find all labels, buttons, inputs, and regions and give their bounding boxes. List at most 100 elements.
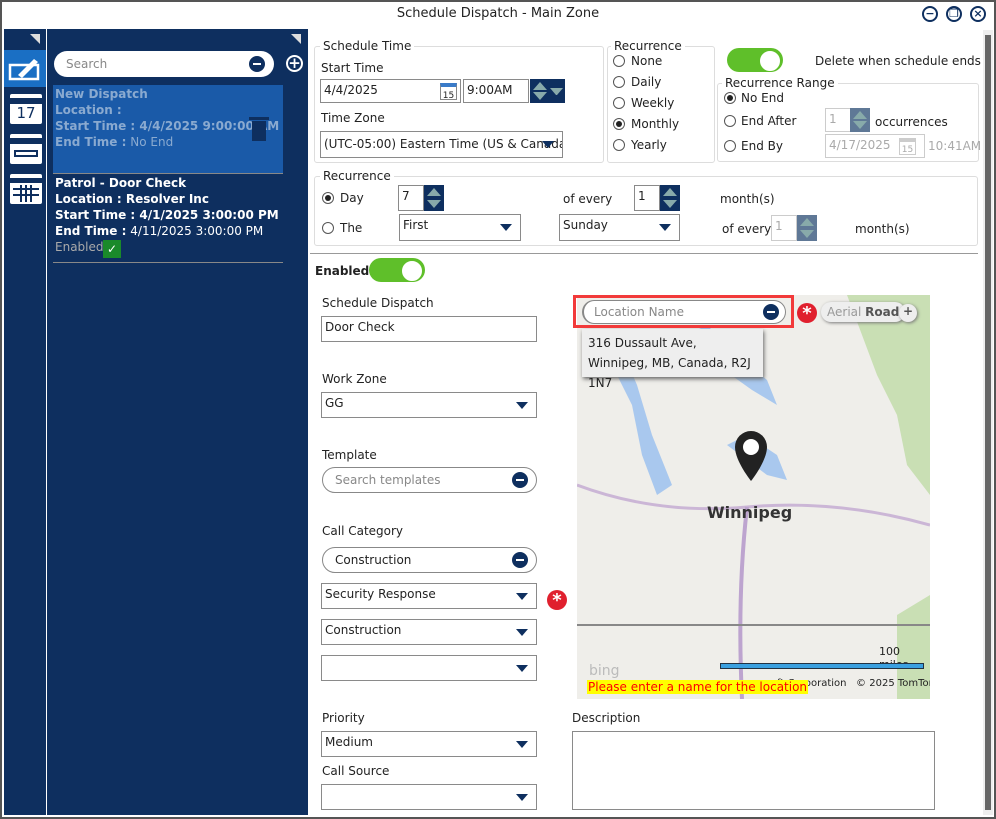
the-label: The [340, 221, 363, 235]
map-type-toggle[interactable]: Aerial Road [821, 302, 906, 322]
time-zone-label: Time Zone [321, 111, 385, 125]
icon-rail: 17 [4, 29, 46, 815]
dispatch-name-input[interactable]: Door Check [321, 316, 537, 342]
call-source-label: Call Source [322, 764, 390, 778]
every-input[interactable]: 1 [634, 185, 660, 211]
calendar-week-icon[interactable] [10, 134, 42, 164]
enabled-toggle[interactable] [369, 258, 425, 282]
required-icon: * [547, 590, 567, 611]
list-item[interactable]: New Dispatch Location : Start Time : 4/4… [53, 85, 283, 174]
time-spinner[interactable] [530, 79, 550, 103]
call-source-select[interactable] [321, 784, 537, 810]
every-input-2[interactable]: 1 [771, 215, 797, 241]
item-start: Start Time : 4/1/2025 3:00:00 PM [55, 208, 279, 222]
start-time-input[interactable]: 9:00AM [463, 79, 529, 103]
priority-label: Priority [322, 711, 365, 725]
item-title: Patrol - Door Check [55, 176, 187, 190]
template-search-input[interactable]: Search templates [322, 467, 537, 493]
aerial-option[interactable]: Aerial [827, 305, 861, 319]
calendar-icon[interactable]: 15 [440, 83, 457, 101]
recurrence-none-label: None [631, 54, 663, 68]
priority-select[interactable]: Medium [321, 731, 537, 757]
end-by-radio[interactable] [724, 140, 736, 152]
edit-tab[interactable] [4, 50, 46, 87]
collapse-icon[interactable] [30, 34, 40, 44]
recurrence-type-title: Recurrence [611, 39, 685, 53]
the-radio[interactable] [322, 222, 334, 234]
location-name-input[interactable]: Location Name [582, 300, 786, 324]
map-scale-bar [720, 663, 924, 669]
enabled-check-icon: ✓ [103, 240, 121, 258]
clear-category-icon[interactable] [512, 552, 528, 568]
call-category-label: Call Category [322, 524, 404, 538]
close-button[interactable]: × [970, 6, 986, 22]
every-spinner-2[interactable] [797, 215, 817, 241]
occurrences-spinner[interactable] [850, 108, 870, 132]
list-item[interactable]: Patrol - Door Check Location : Resolver … [53, 175, 283, 263]
occurrences-input[interactable]: 1 [825, 108, 852, 132]
clear-search-icon[interactable] [249, 56, 265, 72]
item-end: 4/11/2025 3:00:00 PM [130, 224, 264, 238]
road-option[interactable]: Road [865, 305, 899, 319]
recurrence-monthly-label: Monthly [631, 117, 680, 131]
add-dispatch-button[interactable]: + [286, 55, 303, 72]
calendar-month-icon[interactable] [10, 174, 42, 204]
recurrence-range-title: Recurrence Range [722, 76, 838, 90]
delete-when-ends-toggle[interactable] [727, 48, 783, 72]
item-start: Start Time : 4/4/2025 9:00:00 AM [55, 119, 280, 133]
edit-icon [8, 59, 40, 81]
scrollbar-thumb[interactable] [985, 35, 991, 810]
recurrence-monthly-radio[interactable] [613, 118, 625, 130]
day-input[interactable]: 7 [398, 185, 424, 211]
map[interactable]: Winnipeg 100 miles bing ft Corporation ©… [577, 295, 930, 699]
item-location: Location : [55, 103, 122, 117]
day-radio[interactable] [322, 192, 334, 204]
category-level3-select[interactable] [321, 655, 537, 681]
of-every-label: of every [563, 192, 613, 206]
location-suggestion[interactable]: 316 Dussault Ave, Winnipeg, MB, Canada, R… [582, 329, 763, 390]
of-every-label-2: of every [722, 222, 772, 236]
suggestion-line1: 316 Dussault Ave, [588, 336, 697, 350]
expand-icon[interactable] [291, 34, 301, 44]
no-end-radio[interactable] [724, 92, 736, 104]
description-textarea[interactable] [572, 731, 935, 810]
occurrences-label: occurrences [875, 115, 948, 129]
clear-location-icon[interactable] [763, 304, 779, 320]
restore-button[interactable]: ❐ [946, 6, 962, 22]
dispatch-list-panel: Search + New Dispatch Location : Start T… [47, 29, 308, 815]
end-after-label: End After [741, 114, 797, 128]
search-input[interactable]: Search [54, 51, 274, 77]
monthly-recurrence-title: Recurrence [320, 169, 394, 183]
day-spinner[interactable] [424, 185, 444, 211]
minimize-button[interactable]: − [922, 6, 938, 22]
enabled-label: Enabled [315, 264, 370, 278]
recurrence-yearly-radio[interactable] [613, 139, 625, 151]
ordinal-select[interactable]: First [399, 214, 521, 241]
scrollbar[interactable] [983, 30, 993, 815]
time-zone-select[interactable]: (UTC-05:00) Eastern Time (US & Canada) [320, 131, 563, 158]
recurrence-none-radio[interactable] [613, 55, 625, 67]
delete-icon[interactable] [249, 115, 269, 141]
months-label: month(s) [720, 192, 775, 206]
zoom-in-button[interactable]: + [899, 304, 917, 322]
recurrence-weekly-radio[interactable] [613, 97, 625, 109]
recurrence-daily-radio[interactable] [613, 76, 625, 88]
time-dropdown-button[interactable] [548, 79, 565, 103]
start-time-label: Start Time [321, 61, 384, 75]
category-level2-select[interactable]: Construction [321, 619, 537, 645]
call-category-input[interactable]: Construction [322, 547, 537, 573]
calendar-day-icon[interactable]: 17 [10, 94, 42, 124]
day-label: Day [340, 191, 364, 205]
end-after-radio[interactable] [724, 115, 736, 127]
end-calendar-icon[interactable]: 15 [899, 138, 916, 155]
weekday-select[interactable]: Sunday [559, 214, 680, 241]
window-title: Schedule Dispatch - Main Zone [396, 6, 600, 21]
every-spinner[interactable] [660, 185, 680, 211]
end-time-input[interactable]: 10:41AM [928, 139, 981, 153]
suggestion-line2: Winnipeg, MB, Canada, R2J 1N7 [588, 356, 751, 390]
map-city-label: Winnipeg [707, 503, 793, 522]
category-level1-select[interactable]: Security Response [321, 583, 537, 609]
clear-template-icon[interactable] [512, 472, 528, 488]
work-zone-select[interactable]: GG [321, 392, 537, 418]
recurrence-yearly-label: Yearly [631, 138, 667, 152]
